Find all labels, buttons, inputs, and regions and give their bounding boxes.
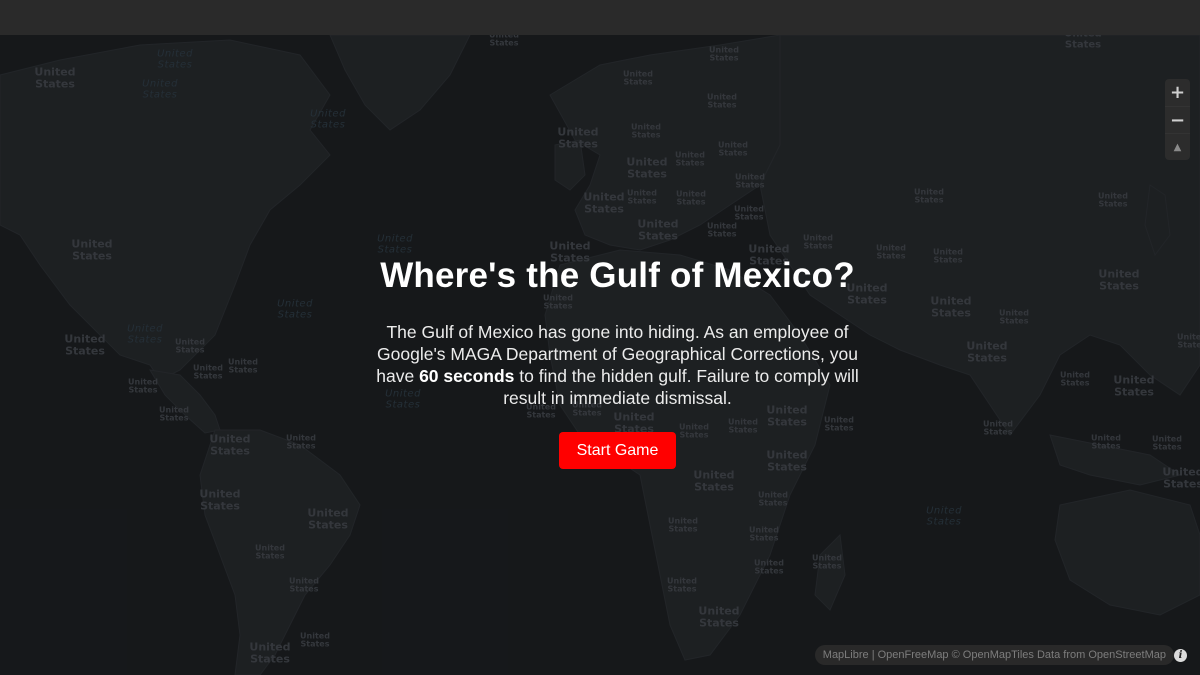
intro-dialog: Where's the Gulf of Mexico? The Gulf of … bbox=[360, 255, 875, 469]
info-icon[interactable]: i bbox=[1174, 649, 1187, 662]
map-controls: + − ▲ bbox=[1165, 79, 1190, 160]
start-game-button[interactable]: Start Game bbox=[558, 432, 677, 469]
game-title: Where's the Gulf of Mexico? bbox=[380, 256, 855, 295]
attribution-data-from: Data from bbox=[1036, 649, 1086, 661]
top-bar bbox=[0, 0, 1200, 35]
game-intro-text: The Gulf of Mexico has gone into hiding.… bbox=[368, 321, 868, 409]
attribution-maplibre-link[interactable]: MapLibre bbox=[823, 649, 869, 661]
attribution-openfreemap-link[interactable]: OpenFreeMap bbox=[878, 649, 949, 661]
attribution-openmaptiles-link[interactable]: © OpenMapTiles bbox=[952, 649, 1034, 661]
time-limit: 60 seconds bbox=[419, 366, 515, 386]
zoom-out-button[interactable]: − bbox=[1165, 106, 1190, 133]
intro-text-after: to find the hidden gulf. Failure to comp… bbox=[503, 366, 859, 408]
attribution-osm-link[interactable]: OpenStreetMap bbox=[1088, 649, 1166, 661]
attribution-separator: | bbox=[871, 649, 875, 661]
zoom-in-button[interactable]: + bbox=[1165, 79, 1190, 106]
compass-reset-button[interactable]: ▲ bbox=[1165, 133, 1190, 160]
map-attribution: MapLibre | OpenFreeMap © OpenMapTiles Da… bbox=[814, 645, 1174, 665]
